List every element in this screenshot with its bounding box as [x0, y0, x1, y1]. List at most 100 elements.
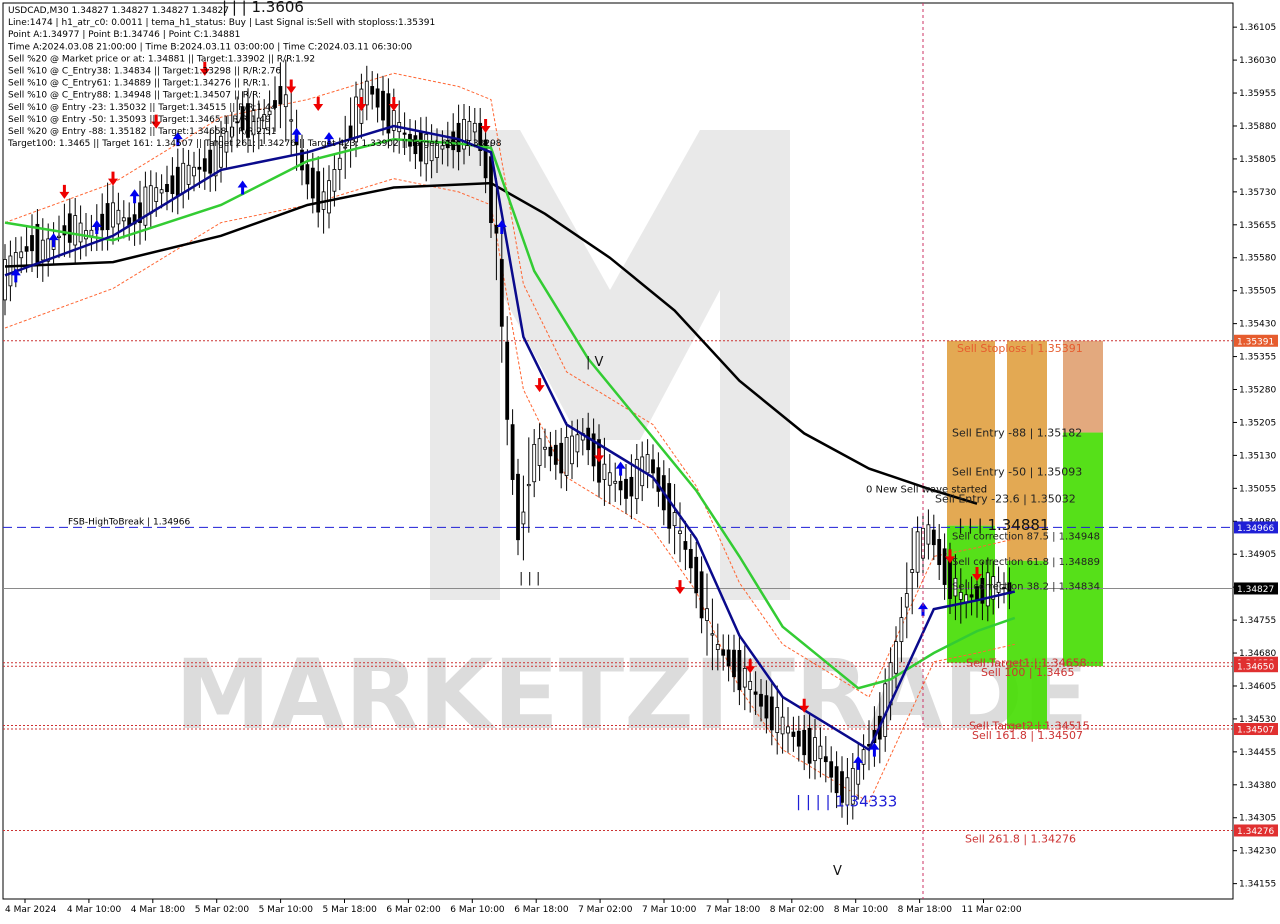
candle-body	[148, 185, 153, 214]
candle-body	[775, 707, 780, 733]
candle-body	[283, 94, 288, 108]
candle-body	[591, 433, 596, 467]
candle-body	[381, 90, 385, 121]
candle-body	[165, 183, 169, 193]
candle-body	[154, 187, 159, 202]
x-tick-label: 11 Mar 02:00	[962, 905, 1022, 915]
x-tick-label: 6 Mar 02:00	[386, 905, 441, 915]
candle-body	[100, 213, 105, 231]
candle-body	[732, 649, 736, 678]
candle-body	[278, 86, 283, 105]
wave-iv-label: | V	[586, 355, 604, 370]
candle-body	[111, 202, 115, 228]
candle-body	[769, 696, 774, 731]
y-tick-label: 1.34305	[1239, 814, 1276, 824]
y-tick-label: 1.35130	[1239, 451, 1276, 461]
y-tick-label: 1.36105	[1239, 23, 1276, 33]
info-line: Sell %10 @ C_Entry38: 1.34834 || Target:…	[8, 67, 281, 77]
x-tick-label: 8 Mar 02:00	[770, 905, 825, 915]
candle-body	[337, 157, 342, 170]
y-tick-label: 1.35580	[1239, 254, 1276, 264]
candle-body	[802, 729, 807, 756]
candle-body	[942, 548, 947, 585]
info-line: Sell %20 @ Market price or at: 1.34881 |…	[8, 54, 315, 64]
candle-body	[197, 166, 202, 170]
info-line: Sell %10 @ C_Entry88: 1.34948 || Target:…	[8, 91, 261, 101]
y-tick-label: 1.35055	[1239, 484, 1276, 494]
y-tick-label: 1.34905	[1239, 550, 1276, 560]
candle-body	[726, 649, 731, 667]
candle-body	[823, 756, 828, 763]
info-line: Sell %20 @ Entry -88: 1.35182 || Target:…	[8, 127, 276, 137]
y-tick-label: 1.35205	[1239, 418, 1276, 428]
candle-body	[375, 88, 380, 108]
candle-body	[175, 166, 180, 196]
y-tick-label: 1.35655	[1239, 221, 1276, 231]
candle-body	[931, 529, 936, 546]
wave-iii-label: | | |	[519, 571, 540, 586]
candle-body	[715, 644, 720, 650]
candle-body	[543, 446, 547, 450]
candle-body	[8, 255, 13, 287]
candle-body	[613, 480, 618, 484]
candle-body	[208, 149, 213, 174]
candle-body	[526, 483, 531, 487]
candle-body	[170, 175, 175, 195]
y-tick-label: 1.35505	[1239, 287, 1276, 297]
candle-body	[24, 246, 29, 252]
candle-body	[57, 235, 61, 238]
candle-body	[813, 737, 817, 762]
price-tag-label: 1.34650	[1237, 663, 1274, 673]
candle-body	[19, 251, 24, 259]
candle-body	[316, 171, 321, 213]
candle-body	[532, 444, 537, 483]
candle-body	[721, 649, 726, 656]
candle-body	[73, 215, 78, 246]
candle-body	[705, 608, 709, 621]
x-tick-label: 4 Mar 18:00	[131, 905, 186, 915]
candle-body	[672, 512, 677, 527]
t261-label: Sell 261.8 | 1.34276	[965, 832, 1076, 845]
candle-body	[553, 444, 558, 465]
time-axis: 4 Mar 2024 4 Mar 10:00 4 Mar 18:00 5 Mar 02…	[5, 899, 1022, 915]
candle-body	[910, 569, 915, 573]
y-tick-label: 1.34605	[1239, 682, 1276, 692]
candle-body	[327, 180, 331, 214]
price-axis: 1.36105 1.36030 1.35955 1.35880 1.35805 1.357…	[1233, 23, 1278, 890]
info-line: Point A:1.34977 | Point B:1.34746 | Poin…	[8, 30, 240, 40]
candle-body	[516, 473, 520, 541]
info-line: Sell %10 @ Entry -50: 1.35093 || Target:…	[8, 115, 271, 125]
price-tag-label: 1.34966	[1237, 524, 1274, 534]
y-tick-label: 1.35355	[1239, 353, 1276, 363]
candle-body	[192, 166, 196, 177]
candle-body	[35, 223, 40, 263]
candle-body	[548, 446, 553, 457]
candle-body	[499, 259, 504, 327]
candle-body	[305, 164, 310, 185]
chart-container[interactable]: MARKETZITRADE FSB-HighToBreak | 1.34966 S…	[0, 0, 1280, 920]
x-tick-label: 8 Mar 10:00	[834, 905, 889, 915]
price-tag-label: 1.34507	[1237, 726, 1274, 736]
candle-body	[699, 571, 704, 619]
candle-body	[683, 541, 688, 550]
candle-body	[570, 435, 574, 465]
candle-body	[510, 424, 515, 480]
x-tick-label: 4 Mar 2024	[5, 905, 57, 915]
x-tick-label: 7 Mar 02:00	[578, 905, 633, 915]
candle-body	[694, 556, 699, 594]
x-tick-label: 5 Mar 10:00	[259, 905, 314, 915]
high-label: | | | 1.3606	[222, 0, 304, 16]
t100-label: Sell 100 | 1.3465	[981, 666, 1075, 679]
candle-body	[904, 593, 909, 608]
candle-body	[753, 691, 758, 695]
y-tick-label: 1.35955	[1239, 89, 1276, 99]
candle-body	[564, 436, 569, 476]
price-chart[interactable]: MARKETZITRADE FSB-HighToBreak | 1.34966S…	[0, 0, 1280, 920]
candle-body	[634, 458, 639, 500]
x-tick-label: 8 Mar 18:00	[898, 905, 953, 915]
candle-body	[159, 189, 164, 194]
candle-body	[748, 680, 753, 690]
candle-body	[116, 209, 121, 225]
y-tick-label: 1.36030	[1239, 56, 1276, 66]
candle-body	[67, 213, 72, 243]
